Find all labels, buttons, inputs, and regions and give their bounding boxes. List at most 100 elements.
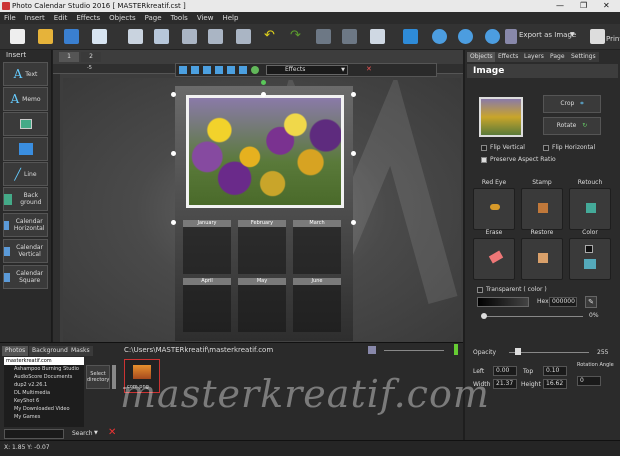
menu-help[interactable]: Help [222, 14, 238, 22]
frame-tool-icon[interactable] [239, 66, 247, 74]
minimize-button[interactable]: — [556, 1, 564, 10]
tree-item-selected[interactable]: masterkreatif.com [4, 357, 84, 365]
close-object-toolbar-icon[interactable]: ✕ [366, 65, 372, 73]
opacity-slider-thumb[interactable] [515, 348, 521, 355]
tab-photos[interactable]: Photos [2, 346, 29, 356]
selection-handle[interactable] [261, 92, 266, 97]
export-image-label[interactable]: Export as Image [519, 31, 576, 39]
tab-background[interactable]: Background [29, 346, 71, 356]
add-page-icon[interactable] [92, 29, 107, 44]
tree-item[interactable]: DL Multimedia [4, 389, 84, 397]
maximize-button[interactable]: ❐ [580, 1, 587, 10]
zoom-out-icon[interactable] [458, 29, 473, 44]
search-button[interactable]: Search [72, 430, 93, 437]
calendar-square-button[interactable]: Calendar Square [3, 265, 48, 289]
insert-background-button[interactable]: Back ground [3, 187, 48, 211]
tab-effects[interactable]: Effects [495, 52, 522, 62]
selection-handle[interactable] [351, 151, 356, 156]
flip-horizontal-checkbox[interactable]: Flip Horizontal [543, 144, 595, 151]
erase-button[interactable]: Erase [473, 229, 515, 280]
chevron-down-icon[interactable]: ▼ [570, 31, 575, 38]
insert-memo-button[interactable]: A Memo [3, 87, 48, 111]
rotation-input[interactable]: 0 [577, 376, 601, 386]
insert-shape-button[interactable] [3, 137, 48, 161]
export-image-icon[interactable] [505, 29, 517, 44]
selection-handle[interactable] [171, 151, 176, 156]
view-mode-icon[interactable] [368, 346, 376, 354]
delete-page-icon[interactable] [128, 29, 143, 44]
bring-front-icon[interactable] [182, 29, 197, 44]
open-folder-icon[interactable] [38, 29, 53, 44]
zoom-actual-icon[interactable] [485, 29, 500, 44]
transparency-slider-track[interactable] [483, 316, 583, 317]
new-file-icon[interactable] [10, 29, 25, 44]
flip-v-tool-icon[interactable] [191, 66, 199, 74]
opacity-slider-track[interactable] [509, 352, 589, 353]
selection-handle[interactable] [351, 220, 356, 225]
tree-item[interactable]: My Downloaded Video [4, 405, 84, 413]
canvas-area[interactable]: 1 2 -5 0 5 10 15 20 25 30 Effects ▼ ✕ [53, 50, 463, 342]
month-june[interactable]: June [293, 278, 341, 332]
close-button[interactable]: ✕ [603, 1, 610, 10]
clear-search-icon[interactable]: ✕ [108, 427, 116, 438]
restore-button[interactable]: Restore [521, 229, 563, 280]
tab-objects[interactable]: Objects [467, 52, 496, 62]
red-eye-button[interactable]: Red Eye [473, 179, 515, 230]
page-tab-1[interactable]: 1 [59, 52, 79, 62]
tree-item[interactable]: dup2 v2.26.1 [4, 381, 84, 389]
flip-h-tool-icon[interactable] [203, 66, 211, 74]
page-tab-2[interactable]: 2 [81, 52, 101, 62]
thumbnail-size-thumb[interactable] [454, 344, 458, 355]
rotate-handle[interactable] [261, 80, 266, 85]
ungroup-icon[interactable] [342, 29, 357, 44]
align-icon[interactable] [370, 29, 385, 44]
menu-effects[interactable]: Effects [76, 14, 100, 22]
menu-tools[interactable]: Tools [171, 14, 188, 22]
tree-item[interactable]: AudioScore Documents [4, 373, 84, 381]
tree-item[interactable]: KeyShot 6 [4, 397, 84, 405]
menu-file[interactable]: File [4, 14, 16, 22]
preserve-ratio-checkbox[interactable]: Preserve Aspect Ratio [481, 156, 556, 163]
rotate-button[interactable]: Rotate ↻ [543, 117, 601, 135]
print-label[interactable]: Print [606, 35, 620, 43]
selection-handle[interactable] [171, 220, 176, 225]
hex-input[interactable]: 000000 [549, 297, 577, 307]
zoom-in-icon[interactable] [432, 29, 447, 44]
folder-tree[interactable]: masterkreatif.com Ashampoo Burning Studi… [4, 357, 84, 427]
resize-tool-icon[interactable] [215, 66, 223, 74]
menu-page[interactable]: Page [145, 14, 162, 22]
select-directory-button[interactable]: Select directory [86, 365, 110, 389]
transparent-color-swatch[interactable] [477, 297, 529, 307]
month-january[interactable]: January [183, 220, 231, 274]
month-march[interactable]: March [293, 220, 341, 274]
selection-handle[interactable] [351, 92, 356, 97]
tab-masks[interactable]: Masks [68, 346, 93, 356]
selection-handle[interactable] [171, 92, 176, 97]
retouch-button[interactable]: Retouch [569, 179, 611, 230]
send-back-icon[interactable] [208, 29, 223, 44]
tree-item[interactable]: My Games [4, 413, 84, 421]
chevron-down-icon[interactable]: ▼ [94, 430, 98, 436]
calendar-vertical-button[interactable]: Calendar Vertical [3, 239, 48, 263]
redo-icon[interactable]: ↷ [288, 29, 303, 44]
fit-tool-icon[interactable] [227, 66, 235, 74]
menu-insert[interactable]: Insert [25, 14, 45, 22]
top-input[interactable]: 0.10 [543, 366, 567, 376]
calendar-photo[interactable] [186, 95, 344, 208]
tree-item[interactable]: Ashampoo Burning Studio [4, 365, 84, 373]
insert-line-button[interactable]: ╱ Line [3, 162, 48, 186]
month-april[interactable]: April [183, 278, 231, 332]
menu-edit[interactable]: Edit [54, 14, 68, 22]
rotate-tool-icon[interactable] [251, 66, 259, 74]
flip-vertical-checkbox[interactable]: Flip Vertical [481, 144, 525, 151]
search-input[interactable] [4, 429, 64, 439]
page-settings-icon[interactable] [154, 29, 169, 44]
undo-icon[interactable]: ↶ [262, 29, 277, 44]
insert-image-button[interactable] [3, 112, 48, 136]
fit-icon[interactable] [403, 29, 418, 44]
save-icon[interactable] [64, 29, 79, 44]
menu-objects[interactable]: Objects [109, 14, 135, 22]
month-february[interactable]: February [238, 220, 286, 274]
folder-scrollbar[interactable] [112, 365, 116, 389]
print-icon[interactable] [590, 29, 605, 44]
